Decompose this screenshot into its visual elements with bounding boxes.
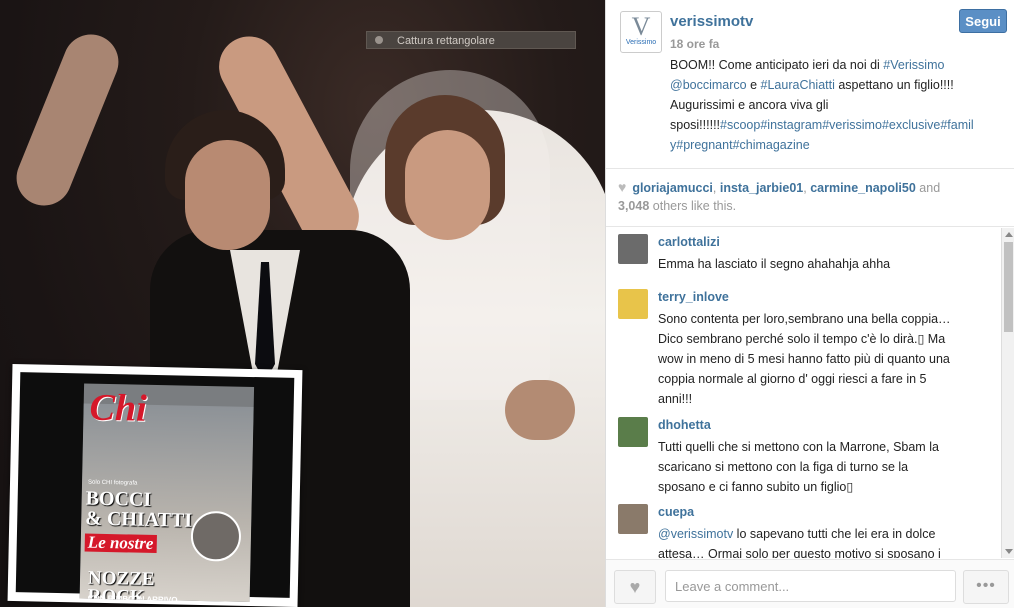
tag-link[interactable]: #Verissimo [883,58,944,72]
text-segment: Sono contenta per loro,sembrano una bell… [658,312,951,406]
comment-avatar[interactable] [618,289,648,319]
follow-button[interactable]: Segui [959,9,1007,33]
scroll-up-arrow-icon[interactable] [1005,232,1013,237]
avatar-logo-letter: V [631,12,651,41]
tag-link[interactable]: @boccimarco [670,78,747,92]
text-segment: BOOM!! Come anticipato ieri da noi di [670,58,884,72]
liker-link[interactable]: carmine_napoli50 [810,181,916,195]
magazine-cover: Chi Solo CHI fotografa BOCCI & CHIATTI L… [79,383,255,603]
comment-text: Emma ha lasciato il segno ahahahja ahha [658,254,958,274]
tag-link[interactable]: @verissimotv [658,527,733,541]
post-username[interactable]: verissimotv [670,13,753,30]
like-button[interactable]: ♥ [614,570,656,604]
tag-link[interactable]: #verissimo [822,118,882,132]
capture-icon [375,36,383,44]
comment-username[interactable]: cuepa [658,505,694,519]
comment-username[interactable]: terry_inlove [658,290,729,304]
groom-hand [505,380,575,440]
tag-link[interactable]: #chimagazine [733,138,810,152]
magazine-kicker: Solo CHI fotografa [87,479,138,487]
liker-link[interactable]: gloriajamucci [632,181,713,195]
capture-tooltip: Cattura rettangolare [366,31,576,49]
post-caption: BOOM!! Come anticipato ieri da noi di #V… [670,55,978,155]
comments-scrollbar[interactable] [1001,228,1014,558]
user-avatar[interactable]: V Verissimo [620,11,662,53]
post-side-panel: V Verissimo verissimotv 18 ore fa Segui … [605,0,1014,608]
divider [606,226,1014,227]
scrollbar-thumb[interactable] [1004,242,1013,332]
magazine-cover-background: Chi Solo CHI fotografa BOCCI & CHIATTI L… [15,372,295,603]
text-segment: e [746,78,761,92]
likes-others-text: others like this. [652,199,737,213]
divider [606,168,1014,169]
comment-input[interactable] [665,570,956,602]
tag-link[interactable]: #LauraChiatti [761,78,835,92]
groom-raised-arm [8,26,127,214]
magazine-name-2: & CHIATTI [85,507,193,532]
comment-avatar[interactable] [618,234,648,264]
comment-username[interactable]: dhohetta [658,418,711,432]
likes-and: and [919,181,941,195]
heart-icon: ♥ [629,577,641,597]
comment-text: @verissimotv lo sapevano tutti che lei e… [658,524,958,558]
magazine-subline: CON BIMBO IN ARRIVO [87,593,178,603]
capture-tooltip-label: Cattura rettangolare [397,35,495,47]
post-time: 18 ore fa [670,37,720,51]
comment-username[interactable]: carlottalizi [658,235,720,249]
comment-footer: ♥ ••• [606,559,1014,608]
avatar-logo-text: Verissimo [625,39,657,46]
liker-link[interactable]: insta_jarbie01 [720,181,803,195]
tag-link[interactable]: #instagram [760,118,822,132]
magazine-headline: Le nostre [84,533,157,554]
groom-face [185,140,270,250]
comment-avatar[interactable] [618,504,648,534]
tag-link[interactable]: #exclusive [882,118,940,132]
likes-others-count[interactable]: 3,048 [618,199,649,213]
post-photo: Cattura rettangolare Chi Solo CHI fotogr… [0,0,605,607]
text-segment: Tutti quelli che si mettono con la Marro… [658,440,939,494]
magazine-logo: Chi [89,386,148,430]
comment-avatar[interactable] [618,417,648,447]
bride-face [405,130,490,240]
comments-list[interactable]: carlottalizi Emma ha lasciato il segno ah… [606,228,1014,558]
magazine-cover-inset: Chi Solo CHI fotografa BOCCI & CHIATTI L… [7,363,303,607]
comment-text: Tutti quelli che si mettono con la Marro… [658,437,958,497]
heart-icon: ♥ [618,179,627,195]
magazine-names: BOCCI & CHIATTI [85,488,193,532]
tag-link[interactable]: #pregnant [676,138,732,152]
tag-link[interactable]: #scoop [720,118,760,132]
comment-text: Sono contenta per loro,sembrano una bell… [658,309,958,409]
likes-summary: ♥ gloriajamucci, insta_jarbie01, carmine_… [618,178,998,215]
text-segment: Emma ha lasciato il segno ahahahja ahha [658,257,891,271]
more-options-button[interactable]: ••• [963,570,1009,604]
likers-list: gloriajamucci, insta_jarbie01, carmine_n… [632,181,916,195]
scroll-down-arrow-icon[interactable] [1005,549,1013,554]
